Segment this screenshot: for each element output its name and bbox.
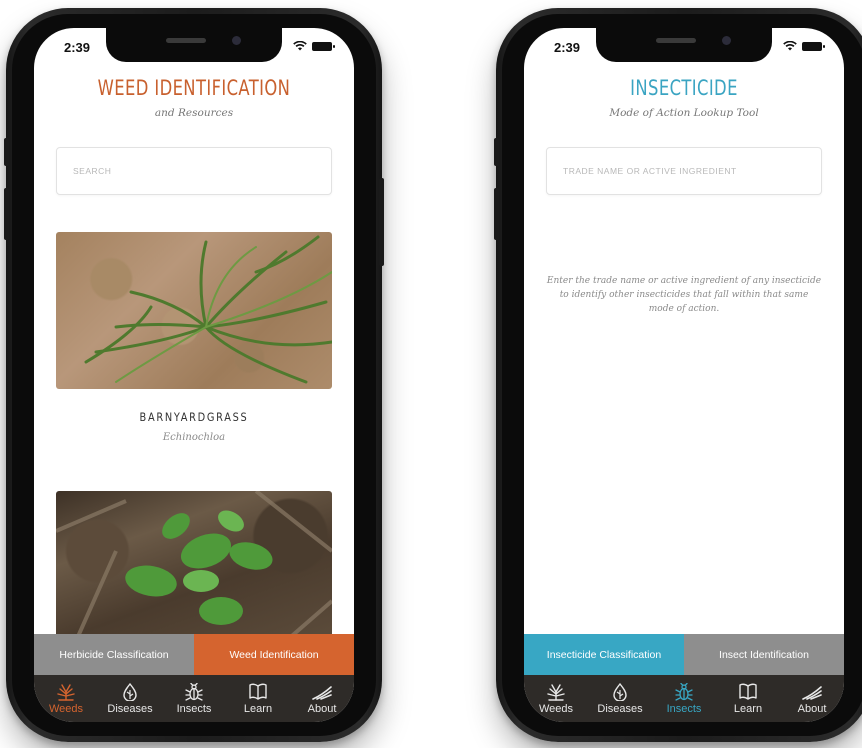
tab-label: About [797,703,827,715]
volume-up-button [4,188,9,240]
tab-label: Insects [176,703,212,715]
tab-diseases[interactable]: Diseases [98,675,162,722]
tab-insects[interactable]: Insects [652,675,716,722]
broadleaf-illustration [56,491,332,641]
status-time: 2:39 [554,40,581,55]
tab-diseases[interactable]: Diseases [588,675,652,722]
screen: 2:39 WEED IDENTIFICATION and Resources S… [34,28,354,722]
leaf-drop-icon [613,683,627,701]
segmented-control: Herbicide Classification Weed Identifica… [34,634,354,675]
tab-label: Learn [243,703,273,715]
power-button [379,178,384,266]
bug-icon [675,683,693,701]
tab-label: Diseases [107,703,153,715]
tab-about[interactable]: About [290,675,354,722]
wifi-icon [293,41,307,51]
page-subtitle: Mode of Action Lookup Tool [609,107,759,119]
tab-weeds[interactable]: Weeds [34,675,98,722]
grass-illustration [84,235,332,384]
herbicide-classification-button[interactable]: Herbicide Classification [34,634,194,675]
search-field[interactable] [56,147,332,195]
page-title: INSECTICIDE [630,76,738,100]
tab-insects[interactable]: Insects [162,675,226,722]
tab-learn[interactable]: Learn [716,675,780,722]
notch [106,28,282,62]
tab-label: Weeds [538,703,574,715]
phone-insecticide-lookup: 2:39 INSECTICIDE Mode of Action Lookup T… [494,8,862,742]
tab-label: Weeds [48,703,84,715]
screen: 2:39 INSECTICIDE Mode of Action Lookup T… [524,28,844,722]
field-lines-icon [802,686,822,700]
instruction-text: Enter the trade name or active ingredien… [546,276,822,314]
tab-about[interactable]: About [780,675,844,722]
weed-photo-barnyardgrass[interactable] [56,232,332,389]
volume-up-button [494,188,499,240]
tab-bar: Weeds Diseases Insects Learn About [524,675,844,722]
battery-icon [802,41,825,51]
page-subtitle: and Resources [154,107,234,119]
status-icons [293,41,335,51]
page-title: WEED IDENTIFICATION [97,76,291,100]
tab-bar: Weeds Diseases Insects Learn About [34,675,354,722]
tab-label: About [307,703,337,715]
tab-learn[interactable]: Learn [226,675,290,722]
search-field[interactable] [546,147,822,195]
status-time: 2:39 [64,40,91,55]
weed-icon [57,684,75,701]
weed-photo-second[interactable] [56,491,332,641]
notch [596,28,772,62]
book-icon [249,683,267,700]
weed-common-name[interactable]: BARNYARDGRASS [58,410,330,424]
weed-icon [547,684,565,701]
battery-icon [312,41,335,51]
search-input[interactable] [57,148,331,194]
trade-name-search-input[interactable] [547,148,821,194]
status-icons [783,41,825,51]
book-icon [739,683,757,700]
weed-identification-button[interactable]: Weed Identification [194,634,354,675]
weed-scientific-name: Echinochloa [162,432,226,443]
tab-label: Insects [666,703,702,715]
insecticide-classification-button[interactable]: Insecticide Classification [524,634,684,675]
field-lines-icon [312,686,332,700]
insect-identification-button[interactable]: Insect Identification [684,634,844,675]
leaf-drop-icon [123,683,137,701]
tab-label: Learn [733,703,763,715]
segmented-control: Insecticide Classification Insect Identi… [524,634,844,675]
tab-label: Diseases [597,703,643,715]
phone-weed-identification: 2:39 WEED IDENTIFICATION and Resources S… [4,8,384,742]
bug-icon [185,683,203,701]
tab-weeds[interactable]: Weeds [524,675,588,722]
mute-switch [494,138,499,166]
mute-switch [4,138,9,166]
wifi-icon [783,41,797,51]
